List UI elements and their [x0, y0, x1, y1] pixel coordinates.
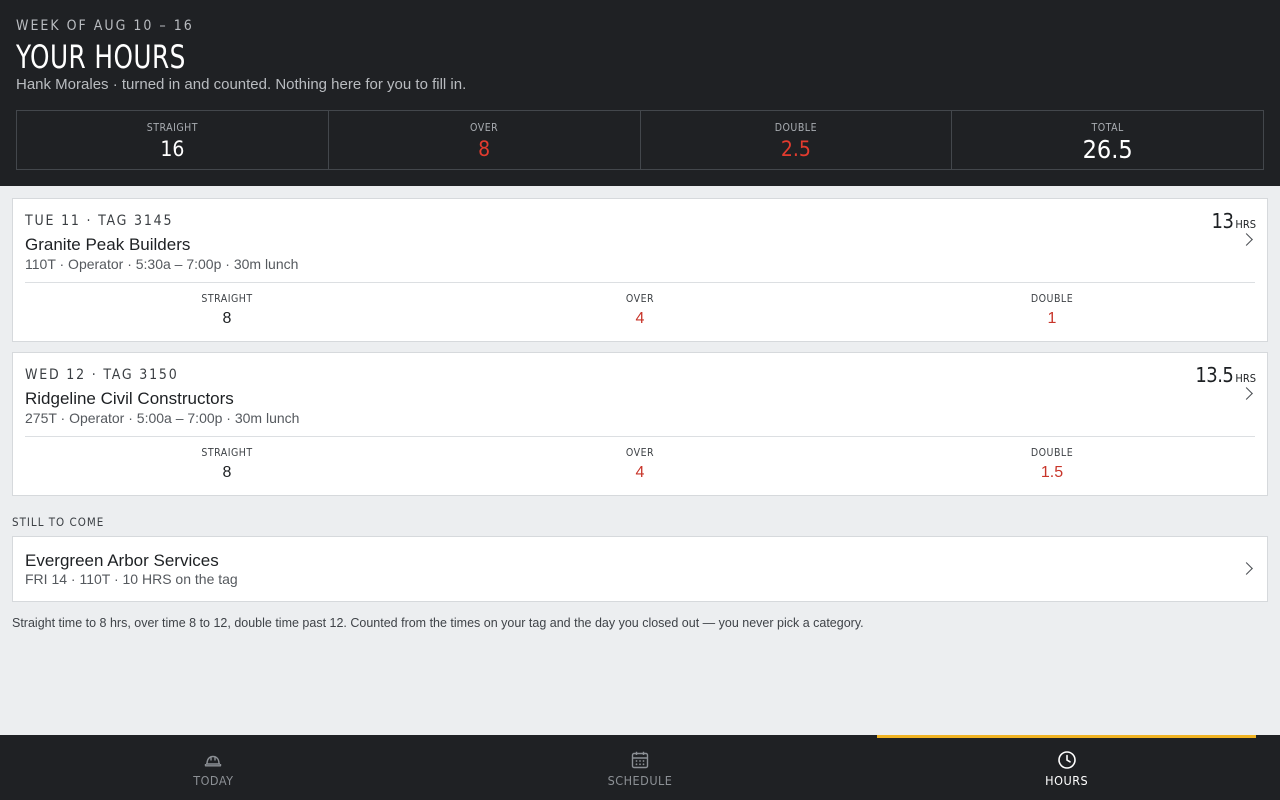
overtime-rules-note: Straight time to 8 hrs, over time 8 to 1… — [12, 616, 864, 630]
total-hours-label: TOTAL — [1091, 122, 1124, 134]
upcoming-company: Evergreen Arbor Services — [25, 551, 219, 570]
tab-schedule-label: SCHEDULE — [607, 773, 673, 788]
entry-over-value: 4 — [635, 464, 645, 481]
tab-hours-label: HOURS — [1045, 773, 1089, 788]
total-double-label: DOUBLE — [774, 122, 818, 134]
entry-hours-unit: HRS — [1235, 372, 1256, 385]
entry-day-tag: WED 12 · TAG 3150 — [25, 367, 179, 383]
entry-straight: STRAIGHT 8 — [147, 445, 307, 482]
entry-over: OVER 4 — [560, 445, 720, 482]
entry-hours-unit: HRS — [1235, 218, 1256, 231]
total-over-label: OVER — [470, 122, 499, 134]
upcoming-meta: FRI 14 · 110T · 10 HRS on the tag — [25, 571, 238, 587]
entry-over-label: OVER — [625, 293, 655, 305]
entry-over: OVER 4 — [560, 291, 720, 328]
entry-double: DOUBLE 1.5 — [972, 445, 1132, 482]
entry-straight-value: 8 — [222, 464, 232, 481]
chevron-right-icon[interactable] — [1240, 562, 1253, 575]
entry-double: DOUBLE 1 — [972, 291, 1132, 328]
entry-hours-value: 13.5 — [1195, 363, 1234, 387]
bottom-nav: TODAY SCHEDULE HOURS — [0, 735, 1280, 800]
entry-double-label: DOUBLE — [1030, 447, 1074, 459]
calendar-icon — [631, 751, 649, 769]
total-straight-label: STRAIGHT — [146, 122, 199, 134]
entry-hours: 13.5 HRS — [1195, 363, 1256, 387]
total-hours-value: 26.5 — [1082, 135, 1133, 164]
total-straight-value: 16 — [160, 137, 185, 161]
entry-meta: 110T · Operator · 5:30a – 7:00p · 30m lu… — [25, 256, 299, 272]
week-range: WEEK OF AUG 10 – 16 — [16, 18, 194, 34]
entry-hours: 13 HRS — [1212, 209, 1257, 233]
divider — [25, 436, 1255, 437]
tab-hours[interactable]: HOURS — [853, 735, 1280, 800]
tab-schedule[interactable]: SCHEDULE — [427, 735, 854, 800]
entry-double-value: 1 — [1047, 310, 1057, 327]
weekly-totals: STRAIGHT 16 OVER 8 DOUBLE 2.5 TOTAL 26.5 — [16, 110, 1264, 170]
hard-hat-icon — [205, 755, 222, 767]
entry-company: Granite Peak Builders — [25, 235, 191, 254]
upcoming-job-card[interactable]: Evergreen Arbor Services FRI 14 · 110T ·… — [12, 536, 1268, 602]
chevron-right-icon[interactable] — [1240, 387, 1253, 400]
total-over: OVER 8 — [329, 111, 641, 169]
entry-over-value: 4 — [635, 310, 645, 327]
entry-company: Ridgeline Civil Constructors — [25, 389, 234, 408]
total-over-value: 8 — [478, 137, 491, 161]
entry-splits: STRAIGHT 8 OVER 4 DOUBLE 1 — [25, 291, 1255, 335]
chevron-right-icon[interactable] — [1240, 233, 1253, 246]
total-straight: STRAIGHT 16 — [17, 111, 329, 169]
page-subtitle: Hank Morales · turned in and counted. No… — [16, 76, 467, 93]
active-tab-indicator — [877, 735, 1257, 738]
entry-straight-label: STRAIGHT — [201, 447, 253, 459]
entry-straight-value: 8 — [222, 310, 232, 327]
entry-card[interactable]: WED 12 · TAG 3150 Ridgeline Civil Constr… — [12, 352, 1268, 496]
page-title: YOUR HOURS — [16, 38, 186, 76]
entry-hours-value: 13 — [1211, 209, 1234, 233]
total-hours: TOTAL 26.5 — [952, 111, 1263, 169]
section-label-still-to-come: STILL TO COME — [12, 515, 105, 529]
entry-over-label: OVER — [625, 447, 655, 459]
entry-card[interactable]: TUE 11 · TAG 3145 Granite Peak Builders … — [12, 198, 1268, 342]
entry-double-label: DOUBLE — [1030, 293, 1074, 305]
entry-straight-label: STRAIGHT — [201, 293, 253, 305]
entry-straight: STRAIGHT 8 — [147, 291, 307, 328]
tab-today[interactable]: TODAY — [0, 735, 427, 800]
entry-splits: STRAIGHT 8 OVER 4 DOUBLE 1.5 — [25, 445, 1255, 489]
tab-today-label: TODAY — [193, 773, 234, 788]
total-double: DOUBLE 2.5 — [641, 111, 953, 169]
entry-meta: 275T · Operator · 5:00a – 7:00p · 30m lu… — [25, 410, 300, 426]
divider — [25, 282, 1255, 283]
entry-double-value: 1.5 — [1040, 464, 1064, 481]
entry-day-tag: TUE 11 · TAG 3145 — [25, 213, 174, 229]
clock-icon — [1057, 751, 1076, 769]
total-double-value: 2.5 — [780, 137, 811, 161]
page-header: WEEK OF AUG 10 – 16 YOUR HOURS Hank Mora… — [0, 0, 1280, 186]
